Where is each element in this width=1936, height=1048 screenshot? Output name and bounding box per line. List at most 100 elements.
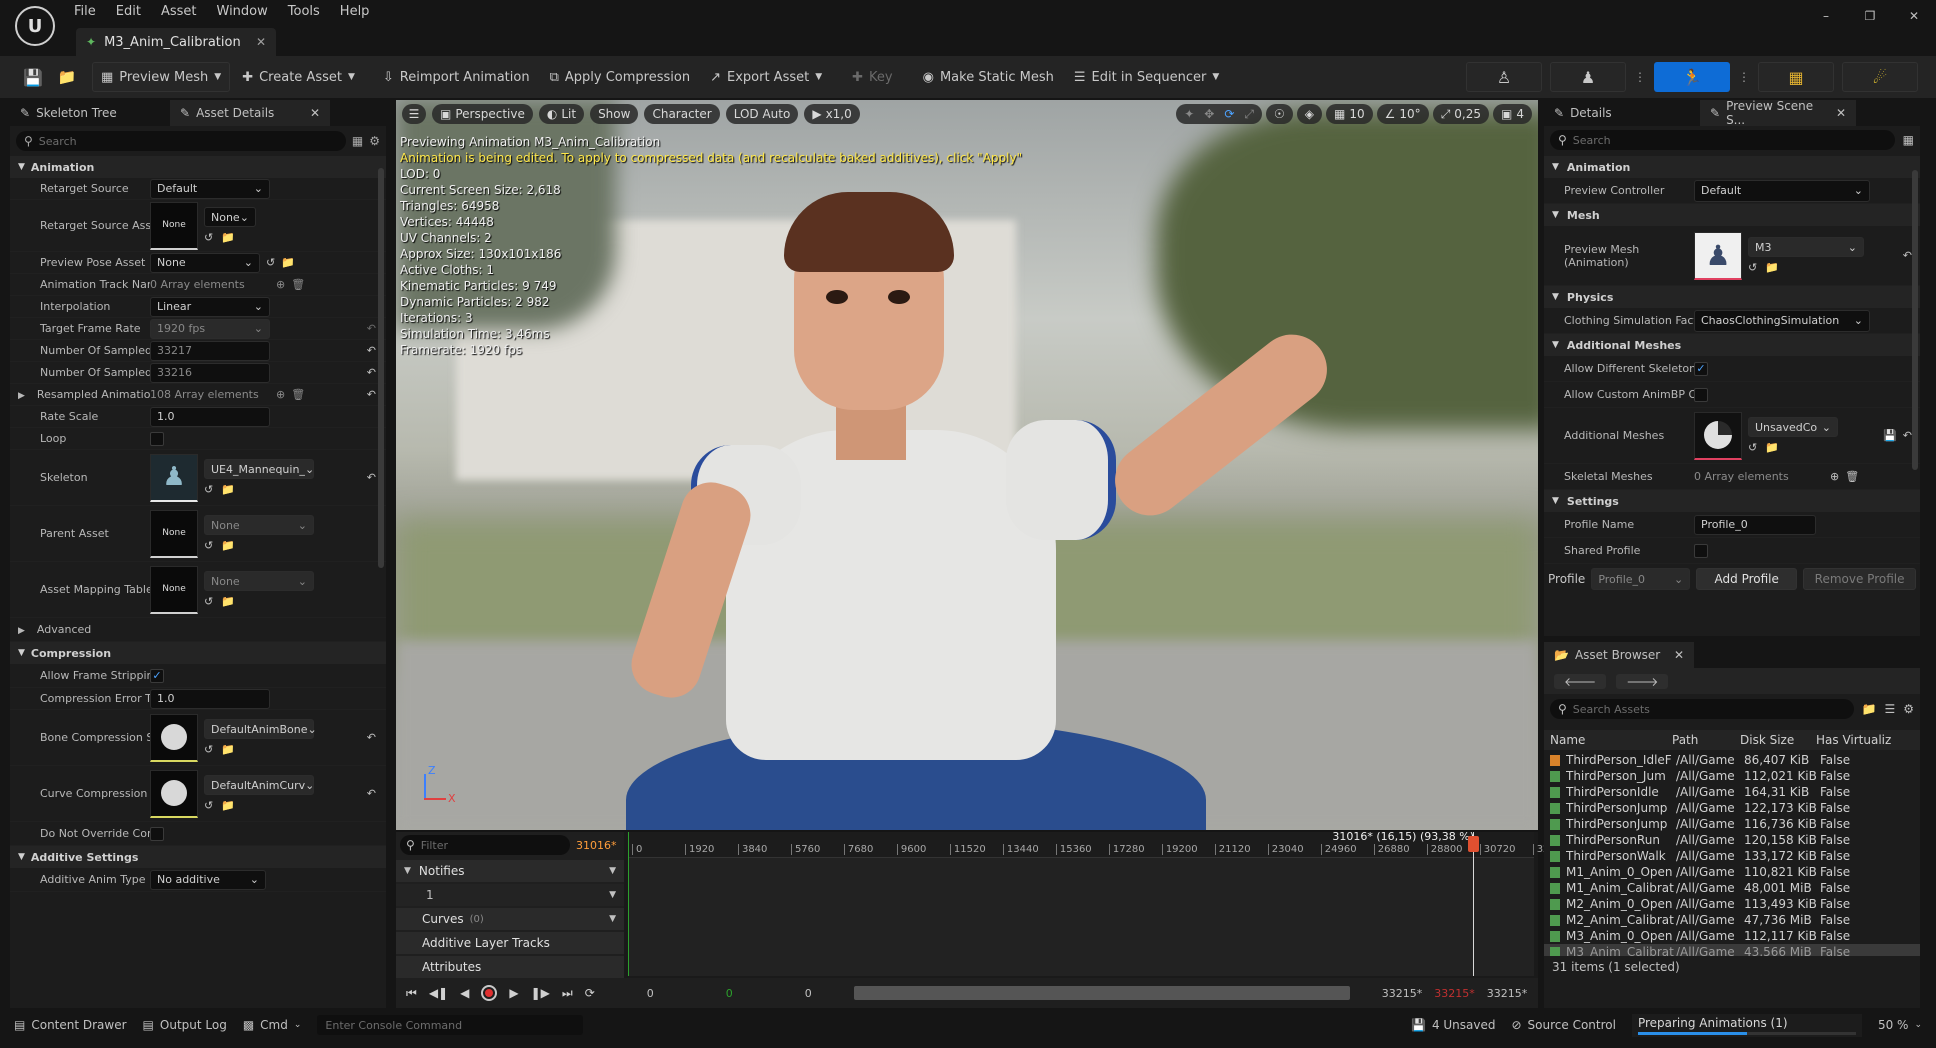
table-row[interactable]: ThirdPersonJump/All/Game 116,736 KiB False xyxy=(1544,816,1920,832)
more-options-icon[interactable]: ⋮ xyxy=(1738,70,1750,84)
apply-compression-button[interactable]: ⧉ Apply Compression xyxy=(542,62,699,92)
play-forward-icon[interactable]: ▶ xyxy=(509,986,518,1000)
section-settings[interactable]: ▼ Settings xyxy=(1544,490,1920,512)
camera-speed-button[interactable]: ▣ 4 xyxy=(1493,104,1532,124)
timeline-range-slider[interactable] xyxy=(853,986,1350,1000)
loop-icon[interactable]: ⟳ xyxy=(585,986,595,1000)
additional-meshes-thumbnail[interactable] xyxy=(1694,411,1742,460)
skeleton-dropdown[interactable]: UE4_Mannequin_ ⌄ xyxy=(204,459,314,479)
reset-icon[interactable]: ↶ xyxy=(367,366,376,379)
asset-mapping-dropdown[interactable]: None ⌄ xyxy=(204,571,314,591)
left-panel-scrollbar[interactable] xyxy=(378,168,384,568)
section-physics[interactable]: ▼ Physics xyxy=(1544,286,1920,308)
export-asset-button[interactable]: ↗ Export Asset ▼ xyxy=(702,62,830,92)
table-row[interactable]: M3_Anim_0_Open/All/Game 112,117 KiB False xyxy=(1544,928,1920,944)
browse-icon[interactable]: 📁 xyxy=(221,799,235,812)
skip-to-end-icon[interactable]: ⏭ xyxy=(562,986,573,1001)
browse-icon[interactable]: 📁 xyxy=(1765,441,1779,454)
parent-asset-dropdown[interactable]: None ⌄ xyxy=(204,515,314,535)
source-control-button[interactable]: ⊘ Source Control xyxy=(1511,1018,1615,1032)
step-forward-icon[interactable]: ❚▶ xyxy=(531,986,550,1000)
section-additional-meshes[interactable]: ▼ Additional Meshes xyxy=(1544,334,1920,356)
section-animation[interactable]: ▼ Animation xyxy=(1544,156,1920,178)
timeline-filter-input[interactable]: ⚲ Filter xyxy=(400,835,570,855)
playhead-line[interactable] xyxy=(1473,832,1474,976)
physics-mode-button[interactable]: ☄ xyxy=(1842,62,1918,92)
unsaved-button[interactable]: 💾 4 Unsaved xyxy=(1411,1018,1496,1032)
close-tab-icon[interactable]: ✕ xyxy=(256,35,266,49)
section-animation[interactable]: ▼ Animation xyxy=(10,156,386,178)
table-row[interactable]: ThirdPersonRun/All/Game 120,158 KiB False xyxy=(1544,832,1920,848)
settings-gear-icon[interactable]: ⚙ xyxy=(369,134,380,148)
table-row[interactable]: M3_Anim_Calibrat/All/Game 43,566 MiB False xyxy=(1544,944,1920,956)
additive-type-dropdown[interactable]: No additive ⌄ xyxy=(150,869,266,890)
play-reverse-icon[interactable]: ◀ xyxy=(460,986,469,1000)
section-compression[interactable]: ▼ Compression xyxy=(10,642,386,664)
play-rate-button[interactable]: ▶ x1,0 xyxy=(804,104,860,124)
lod-button[interactable]: LOD Auto xyxy=(725,104,799,124)
shared-profile-checkbox[interactable] xyxy=(1694,543,1708,558)
table-row[interactable]: ThirdPersonIdle/All/Game 164,31 KiB False xyxy=(1544,784,1920,800)
viewport[interactable]: ☰ ▣ Perspective ◐ Lit Show Character LOD A… xyxy=(396,100,1538,830)
mesh-mode-button[interactable]: ♟ xyxy=(1550,62,1626,92)
close-tab-icon[interactable]: ✕ xyxy=(310,106,320,120)
blueprint-mode-button[interactable]: ▦ xyxy=(1758,62,1834,92)
working-start-field[interactable]: 0 xyxy=(805,987,812,1000)
use-selected-icon[interactable]: ↺ xyxy=(1748,441,1757,454)
dropdown-arrow-icon[interactable]: ▼ xyxy=(609,866,616,876)
world-local-button[interactable]: ☉ xyxy=(1266,104,1293,124)
bone-compression-dropdown[interactable]: DefaultAnimBone ⌄ xyxy=(204,719,317,739)
tab-preview-scene[interactable]: ✎ Preview Scene S... ✕ xyxy=(1700,99,1856,127)
table-row[interactable]: ThirdPerson_Jum/All/Game 112,021 KiB False xyxy=(1544,768,1920,784)
delete-icon[interactable]: 🗑 xyxy=(291,388,305,401)
save-icon[interactable]: 💾 xyxy=(18,68,48,87)
column-virtualized[interactable]: Has Virtualiz xyxy=(1816,733,1896,747)
filter-icon[interactable]: ☰ xyxy=(1884,702,1895,716)
skip-to-start-icon[interactable]: ⏮ xyxy=(406,986,417,1001)
preview-controller-dropdown[interactable]: Default ⌄ xyxy=(1694,179,1870,202)
use-selected-icon[interactable]: ↺ xyxy=(204,799,213,812)
table-row[interactable]: M2_Anim_Calibrat/All/Game 47,736 MiB False xyxy=(1544,912,1920,928)
profile-name-field[interactable] xyxy=(1694,514,1816,535)
asset-search-input[interactable]: ⚲ Search Assets xyxy=(1550,699,1854,719)
section-additive-settings[interactable]: ▼ Additive Settings xyxy=(10,846,386,868)
angle-snap-button[interactable]: ∠ 10° xyxy=(1376,104,1429,124)
create-asset-button[interactable]: ✚ Create Asset ▼ xyxy=(234,62,363,92)
browse-icon[interactable]: 📁 xyxy=(281,256,295,269)
additional-meshes-dropdown[interactable]: UnsavedCo ⌄ xyxy=(1748,417,1838,437)
settings-gear-icon[interactable]: ⚙ xyxy=(1903,702,1914,716)
interpolation-dropdown[interactable]: Linear ⌄ xyxy=(150,296,270,317)
playback-start-field[interactable]: 0 xyxy=(726,987,733,1000)
record-icon[interactable] xyxy=(481,985,498,1001)
progress-percent-dropdown[interactable]: 50 % ⌄ xyxy=(1878,1018,1922,1032)
column-name[interactable]: Name xyxy=(1544,733,1672,747)
table-row[interactable]: ThirdPerson_IdleF/All/Game 86,407 KiB Fals… xyxy=(1544,752,1920,768)
output-log-button[interactable]: ▤ Output Log xyxy=(143,1018,227,1032)
playback-end-field[interactable]: 33215* xyxy=(1434,987,1475,1000)
cmd-dropdown[interactable]: ▩ Cmd ⌄ xyxy=(243,1018,302,1032)
tab-details[interactable]: ✎ Details xyxy=(1544,100,1700,126)
reset-icon[interactable]: ↶ xyxy=(367,388,376,401)
use-selected-icon[interactable]: ↺ xyxy=(204,539,213,552)
tab-asset-browser[interactable]: 📂 Asset Browser ✕ xyxy=(1544,642,1694,668)
table-row[interactable]: ThirdPersonWalk/All/Game 133,172 KiB False xyxy=(1544,848,1920,864)
grid-view-icon[interactable]: ▦ xyxy=(1903,133,1914,147)
parent-asset-thumbnail[interactable]: None xyxy=(150,509,198,558)
time-ruler[interactable]: 31016* (16,15) (93,38 %) 0 1920 3840 5760 76… xyxy=(628,830,1549,858)
make-static-mesh-button[interactable]: ◉ Make Static Mesh xyxy=(915,62,1062,92)
delete-icon[interactable]: 🗑 xyxy=(291,278,305,291)
more-options-icon[interactable]: ⋮ xyxy=(1634,70,1646,84)
browse-icon[interactable]: 📁 xyxy=(221,743,235,756)
browse-icon[interactable]: 📁 xyxy=(52,68,82,86)
loop-checkbox[interactable] xyxy=(150,431,164,446)
reset-icon[interactable]: ↶ xyxy=(1903,429,1912,442)
bone-compression-thumbnail[interactable] xyxy=(150,713,198,762)
viewport-menu-button[interactable]: ☰ xyxy=(402,104,426,124)
add-profile-button[interactable]: Add Profile xyxy=(1696,568,1798,590)
surface-snap-button[interactable]: ◈ xyxy=(1296,104,1323,124)
menu-edit[interactable]: Edit xyxy=(106,4,151,19)
content-drawer-button[interactable]: ▤ Content Drawer xyxy=(14,1018,127,1032)
table-row[interactable]: M2_Anim_0_Open/All/Game 113,493 KiB False xyxy=(1544,896,1920,912)
browse-icon[interactable]: 📁 xyxy=(221,539,235,552)
curve-compression-dropdown[interactable]: DefaultAnimCurv ⌄ xyxy=(204,775,314,795)
